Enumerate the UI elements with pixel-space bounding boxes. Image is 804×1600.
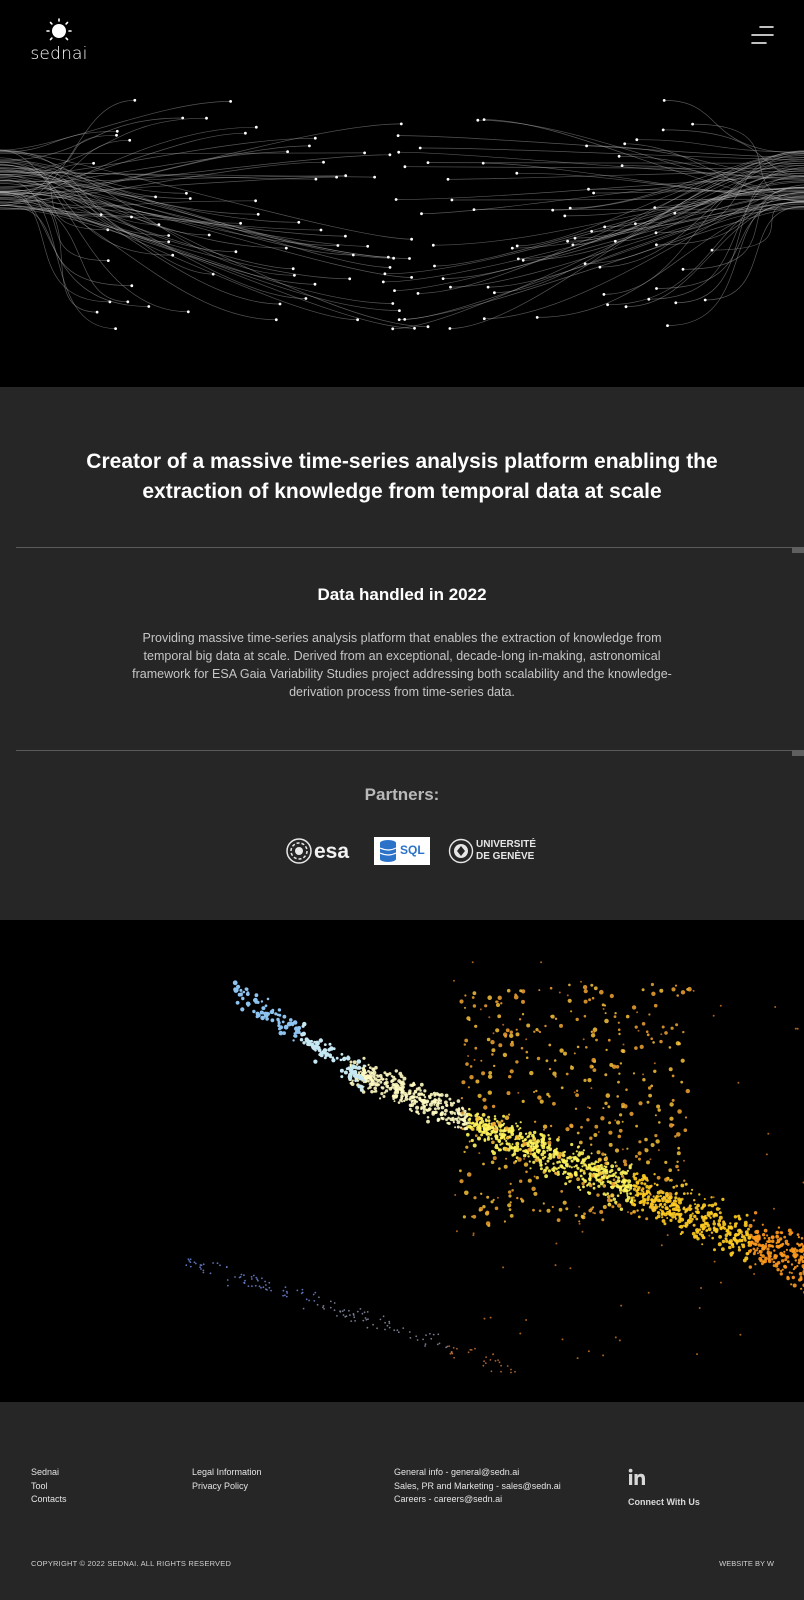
footer-contact-general[interactable]: General info - general@sedn.ai xyxy=(394,1466,561,1480)
site-footer: Sednai Tool Contacts Legal Information P… xyxy=(0,1402,804,1600)
website-credit-link[interactable]: WEBSITE BY W xyxy=(719,1559,774,1568)
data-section-description: Providing massive time-series analysis p… xyxy=(132,631,672,699)
divider-marker xyxy=(792,750,804,756)
partner-geneve-label: UNIVERSITÉ DE GENÈVE xyxy=(476,839,537,862)
partner-logo-sql[interactable]: SQL xyxy=(374,837,430,865)
footer-contacts: General info - general@sedn.ai Sales, PR… xyxy=(394,1466,561,1507)
footer-contact-careers[interactable]: Careers - careers@sedn.ai xyxy=(394,1493,561,1507)
partner-esa-label: esa xyxy=(314,840,349,863)
footer-contact-sales[interactable]: Sales, PR and Marketing - sales@sedn.ai xyxy=(394,1480,561,1494)
section-divider xyxy=(16,547,804,548)
university-seal-icon xyxy=(448,838,474,864)
linkedin-icon xyxy=(628,1468,645,1485)
intro-section: Creator of a massive time-series analysi… xyxy=(0,387,804,920)
menu-button[interactable] xyxy=(748,24,776,48)
footer-link-legal-information[interactable]: Legal Information xyxy=(192,1466,262,1480)
partner-logo-geneve[interactable]: UNIVERSITÉ DE GENÈVE xyxy=(448,837,537,865)
partner-logo-esa[interactable]: esa xyxy=(286,837,358,865)
section-divider xyxy=(16,750,804,751)
footer-link-contacts[interactable]: Contacts xyxy=(31,1493,67,1507)
copyright-text: COPYRIGHT © 2022 SEDNAI. ALL RIGHTS RESE… xyxy=(31,1559,232,1568)
brand-logo[interactable]: sednai xyxy=(30,18,88,64)
scatter-point-cloud xyxy=(185,961,804,1374)
footer-nav: Sednai Tool Contacts xyxy=(31,1466,67,1507)
partner-sql-label: SQL xyxy=(400,843,425,857)
hamburger-menu-icon xyxy=(751,26,774,44)
stellar-scatter-visual xyxy=(0,920,804,1402)
footer-link-sednai[interactable]: Sednai xyxy=(31,1466,67,1480)
footer-legal: Legal Information Privacy Policy xyxy=(192,1466,262,1493)
hero-banner: sednai xyxy=(0,0,804,387)
sun-icon xyxy=(46,18,72,41)
connect-with-us-label: Connect With Us xyxy=(628,1497,700,1507)
brand-name: sednai xyxy=(30,44,88,64)
linkedin-button[interactable] xyxy=(628,1468,646,1486)
data-section-title: Data handled in 2022 xyxy=(317,585,487,604)
particle-flow-illustration xyxy=(0,98,804,331)
page-headline: Creator of a massive time-series analysi… xyxy=(86,450,718,503)
footer-link-tool[interactable]: Tool xyxy=(31,1480,67,1494)
partners-title: Partners: xyxy=(364,785,440,804)
footer-link-privacy-policy[interactable]: Privacy Policy xyxy=(192,1480,262,1494)
esa-logo-icon: esa xyxy=(286,838,349,864)
divider-marker xyxy=(792,547,804,553)
